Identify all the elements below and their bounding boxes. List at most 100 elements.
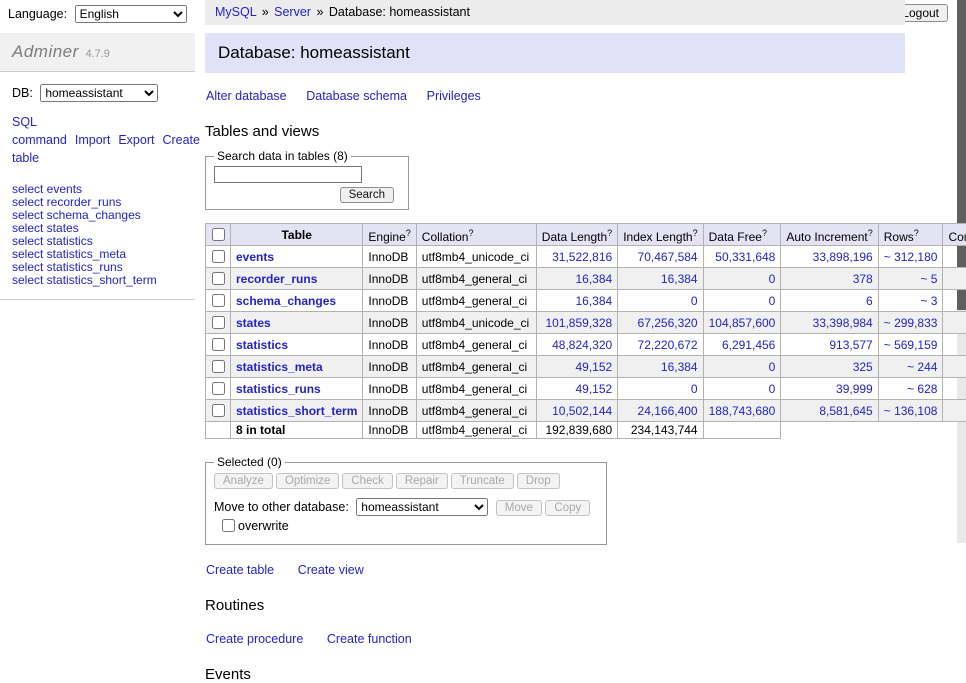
data-free-link[interactable]: 188,743,680 xyxy=(709,404,776,418)
auto-increment-link[interactable]: 33,398,984 xyxy=(813,316,873,330)
index-length-link[interactable]: 72,220,672 xyxy=(638,338,698,352)
row-checkbox[interactable] xyxy=(212,316,225,329)
data-length-link[interactable]: 31,522,816 xyxy=(552,250,612,264)
index-length-link[interactable]: 24,166,400 xyxy=(638,404,698,418)
breadcrumb-separator: » xyxy=(316,5,323,19)
table-name-link[interactable]: statistics xyxy=(236,338,288,352)
selected-action-button[interactable]: Drop xyxy=(517,473,560,489)
index-length-link[interactable]: 67,256,320 xyxy=(638,316,698,330)
auto-increment-link[interactable]: 6 xyxy=(866,294,873,308)
sidebar-table-link[interactable]: select statistics_short_term xyxy=(12,274,183,287)
search-button[interactable]: Search xyxy=(340,187,394,203)
data-free-link[interactable]: 6,291,456 xyxy=(722,338,775,352)
rows-link[interactable]: ~ 299,833 xyxy=(884,316,938,330)
index-length-link[interactable]: 0 xyxy=(691,382,698,396)
table-name-link[interactable]: states xyxy=(236,316,271,330)
table-name-link[interactable]: statistics_runs xyxy=(236,382,321,396)
auto-increment-link[interactable]: 33,898,196 xyxy=(813,250,873,264)
rows-link[interactable]: ~ 3 xyxy=(920,294,937,308)
data-length-link[interactable]: 48,824,320 xyxy=(552,338,612,352)
selected-action-button[interactable]: Truncate xyxy=(451,473,514,489)
table-name-link[interactable]: events xyxy=(236,250,274,264)
data-free-link[interactable]: 0 xyxy=(769,360,776,374)
data-length-link[interactable]: 49,152 xyxy=(575,360,612,374)
index-length-link[interactable]: 0 xyxy=(691,294,698,308)
rows-link[interactable]: ~ 244 xyxy=(907,360,937,374)
data-length-link[interactable]: 49,152 xyxy=(575,382,612,396)
copy-button[interactable]: Copy xyxy=(545,500,590,516)
auto-increment-link[interactable]: 378 xyxy=(853,272,873,286)
collation-cell: utf8mb4_general_ci xyxy=(416,400,536,422)
row-checkbox[interactable] xyxy=(212,272,225,285)
help-link[interactable]: ? xyxy=(868,228,873,238)
table-name-link[interactable]: recorder_runs xyxy=(236,272,317,286)
data-length-link[interactable]: 101,859,328 xyxy=(545,316,612,330)
auto-increment-link[interactable]: 39,999 xyxy=(836,382,873,396)
engine-cell: InnoDB xyxy=(363,268,416,290)
selected-action-button[interactable]: Analyze xyxy=(214,473,273,489)
row-checkbox[interactable] xyxy=(212,404,225,417)
table-name-link[interactable]: statistics_short_term xyxy=(236,404,357,418)
rows-link[interactable]: ~ 312,180 xyxy=(884,250,938,264)
create-procedure-link[interactable]: Create procedure xyxy=(206,632,303,646)
language-select[interactable]: English xyxy=(75,5,187,23)
auto-increment-cell: 8,581,645 xyxy=(781,400,878,422)
help-link[interactable]: ? xyxy=(914,228,919,238)
selected-action-button[interactable]: Optimize xyxy=(276,473,339,489)
index-length-link[interactable]: 70,467,584 xyxy=(638,250,698,264)
auto-increment-link[interactable]: 913,577 xyxy=(829,338,872,352)
row-checkbox[interactable] xyxy=(212,250,225,263)
breadcrumb-server-link[interactable]: Server xyxy=(274,5,311,19)
selected-action-button[interactable]: Check xyxy=(342,473,393,489)
overwrite-checkbox[interactable] xyxy=(222,519,235,532)
data-free-cell: 0 xyxy=(703,268,781,290)
table-name-link[interactable]: schema_changes xyxy=(236,294,336,308)
data-free-link[interactable]: 0 xyxy=(769,272,776,286)
row-checkbox[interactable] xyxy=(212,360,225,373)
help-link[interactable]: ? xyxy=(607,228,612,238)
index-length-link[interactable]: 16,384 xyxy=(661,360,698,374)
rows-link[interactable]: ~ 569,159 xyxy=(884,338,938,352)
data-free-link[interactable]: 50,331,648 xyxy=(715,250,775,264)
table-name-cell: states xyxy=(231,312,363,334)
row-checkbox[interactable] xyxy=(212,382,225,395)
create-function-link[interactable]: Create function xyxy=(327,632,412,646)
data-free-link[interactable]: 104,857,600 xyxy=(709,316,776,330)
db-select[interactable]: homeassistant xyxy=(40,84,158,102)
data-free-link[interactable]: 0 xyxy=(769,294,776,308)
alter-database-link[interactable]: Alter database xyxy=(206,89,287,103)
index-length-cell: 0 xyxy=(618,290,703,312)
move-button[interactable]: Move xyxy=(496,500,542,516)
help-link[interactable]: ? xyxy=(762,228,767,238)
help-link[interactable]: ? xyxy=(693,228,698,238)
create-table-link[interactable]: Create table xyxy=(206,563,274,577)
search-input[interactable] xyxy=(214,166,362,183)
data-free-link[interactable]: 0 xyxy=(769,382,776,396)
select-all-checkbox[interactable] xyxy=(212,228,225,241)
auto-increment-link[interactable]: 325 xyxy=(853,360,873,374)
data-length-link[interactable]: 16,384 xyxy=(575,272,612,286)
selected-action-button[interactable]: Repair xyxy=(396,473,448,489)
breadcrumb-mysql-link[interactable]: MySQL xyxy=(215,5,256,19)
row-checkbox[interactable] xyxy=(212,338,225,351)
create-view-link[interactable]: Create view xyxy=(298,563,364,577)
help-link[interactable]: ? xyxy=(468,228,473,238)
sidebar-action-link[interactable]: SQL command xyxy=(12,115,67,147)
move-db-select[interactable]: homeassistant xyxy=(356,498,488,516)
index-length-link[interactable]: 16,384 xyxy=(661,272,698,286)
rows-link[interactable]: ~ 628 xyxy=(907,382,937,396)
data-length-link[interactable]: 16,384 xyxy=(575,294,612,308)
rows-link[interactable]: ~ 5 xyxy=(920,272,937,286)
row-checkbox[interactable] xyxy=(212,294,225,307)
engine-cell: InnoDB xyxy=(363,246,416,268)
database-schema-link[interactable]: Database schema xyxy=(306,89,407,103)
sidebar-action-link[interactable]: Export xyxy=(118,133,154,147)
rows-link[interactable]: ~ 136,108 xyxy=(884,404,938,418)
privileges-link[interactable]: Privileges xyxy=(427,89,481,103)
data-length-link[interactable]: 10,502,144 xyxy=(552,404,612,418)
table-name-cell: events xyxy=(231,246,363,268)
help-link[interactable]: ? xyxy=(406,228,411,238)
sidebar-action-link[interactable]: Import xyxy=(75,133,110,147)
auto-increment-link[interactable]: 8,581,645 xyxy=(819,404,872,418)
table-name-link[interactable]: statistics_meta xyxy=(236,360,323,374)
